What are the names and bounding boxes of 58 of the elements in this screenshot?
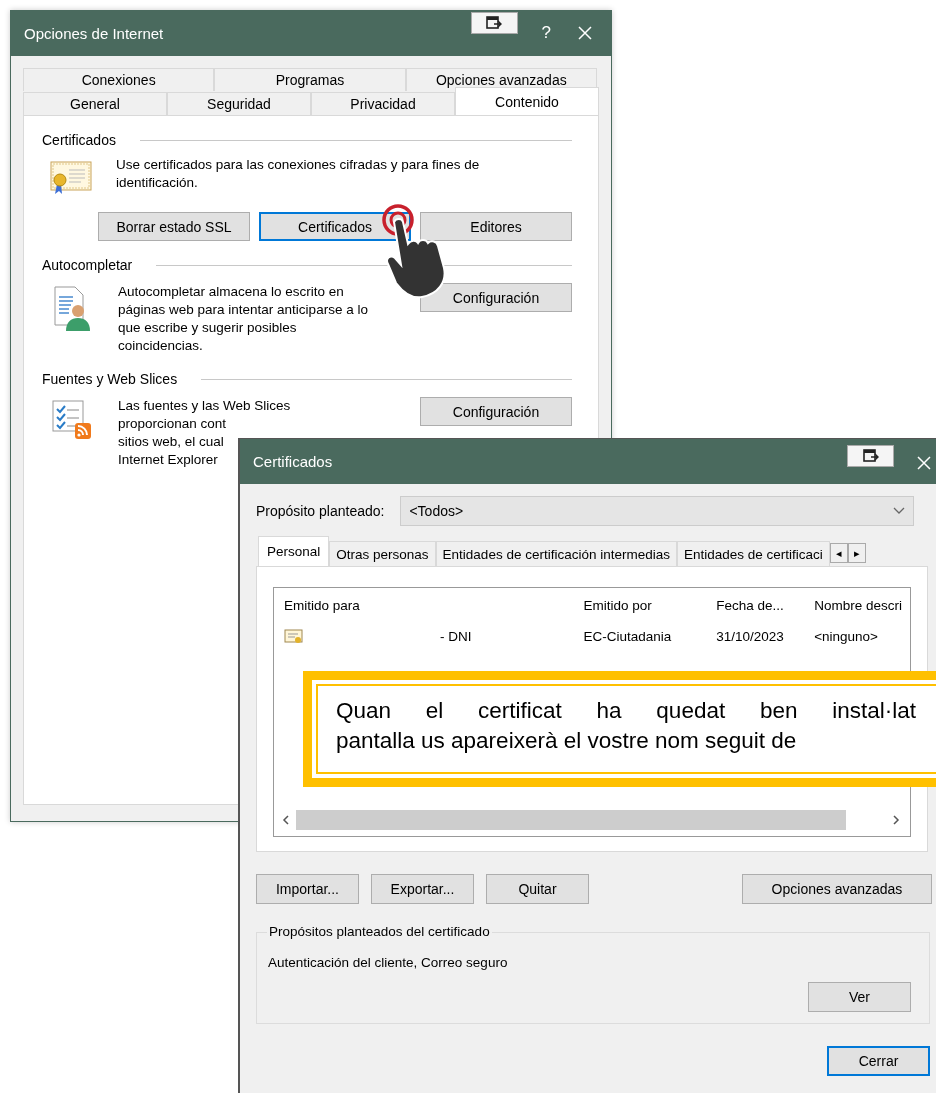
- close-button[interactable]: Cerrar: [827, 1046, 930, 1076]
- section-description: Autocompletar almacena lo escrito en páginas web para intentar anticiparse a lo que escribe y sugerir posibles coincidencias.: [118, 283, 369, 355]
- close-icon[interactable]: [916, 455, 932, 471]
- table-cell: - DNI: [440, 629, 472, 644]
- callout-text: Quan el certificat ha quedat ben instal·lat: [336, 697, 916, 725]
- tab[interactable]: Privacidad: [311, 92, 455, 115]
- certificate-icon: [49, 160, 93, 196]
- chevron-left-icon[interactable]: [282, 815, 290, 825]
- table-cell-text: EC-Ciutadania: [582, 629, 673, 644]
- callout-text: pantalla us apareixerà el vostre nom seguit de: [336, 727, 798, 755]
- column-header[interactable]: Fecha de...: [706, 597, 805, 613]
- help-button[interactable]: ?: [541, 23, 551, 43]
- window-arrow-icon: [486, 16, 503, 30]
- description-line: Las fuentes y las Web Slices: [118, 397, 291, 415]
- checklist-feed-icon: [51, 399, 93, 441]
- snap-window-button[interactable]: [847, 445, 894, 467]
- section-description: Use certificados para las conexiones cifradas y para fines de identificación.: [116, 156, 481, 192]
- description-line: sitios web, el cual: [118, 433, 224, 451]
- snap-window-button[interactable]: [470, 12, 518, 34]
- tab[interactable]: Otras personas: [329, 541, 436, 566]
- section-heading: Autocompletar: [42, 257, 133, 273]
- tab[interactable]: Seguridad: [167, 92, 311, 115]
- tab[interactable]: Contenido: [455, 87, 599, 115]
- window-title: Certificados: [253, 453, 333, 470]
- view-button[interactable]: Ver: [808, 982, 911, 1012]
- tab[interactable]: Entidades de certificación intermedias: [435, 541, 677, 566]
- dialog-button[interactable]: Editores: [420, 212, 572, 241]
- window-title: Opciones de Internet: [24, 25, 164, 42]
- group-title: Propósitos planteados del certificado: [267, 924, 492, 939]
- purposes-text: Autenticación del cliente, Correo seguro: [268, 955, 509, 970]
- dialog-button[interactable]: Opciones avanzadas: [742, 874, 932, 904]
- purpose-dropdown[interactable]: <Todos>: [400, 496, 915, 526]
- tab[interactable]: Programas: [214, 68, 406, 91]
- description-line: Internet Explorer: [118, 451, 218, 469]
- column-header[interactable]: Emitido por: [573, 597, 707, 613]
- tab[interactable]: Personal: [258, 536, 330, 566]
- document-person-icon: [52, 285, 92, 333]
- tab[interactable]: Conexiones: [23, 68, 215, 91]
- dialog-button[interactable]: Configuración: [420, 397, 572, 426]
- tab[interactable]: General: [23, 92, 167, 115]
- column-header[interactable]: Emitido para: [274, 597, 574, 613]
- section-heading: Certificados: [42, 132, 116, 148]
- tab[interactable]: Entidades de certificaci: [676, 541, 830, 566]
- chevron-right-icon[interactable]: [892, 815, 900, 825]
- certificate-icon: [284, 628, 304, 645]
- column-header[interactable]: Nombre descri: [804, 597, 910, 613]
- purpose-label: Propósito planteado:: [256, 503, 385, 519]
- dialog-button[interactable]: Configuración: [420, 283, 572, 312]
- dialog-button[interactable]: Importar...: [256, 874, 359, 904]
- dialog-button[interactable]: Exportar...: [371, 874, 474, 904]
- dialog-button[interactable]: Borrar estado SSL: [98, 212, 250, 241]
- table-cell-text: <ninguno>: [813, 629, 879, 644]
- description-line: proporcionan cont: [118, 415, 227, 433]
- close-icon[interactable]: [577, 25, 593, 41]
- chevron-down-icon: [893, 507, 906, 515]
- table-cell-text: 31/10/2023: [715, 629, 785, 644]
- dialog-button[interactable]: Quitar: [486, 874, 589, 904]
- section-heading: Fuentes y Web Slices: [42, 371, 178, 387]
